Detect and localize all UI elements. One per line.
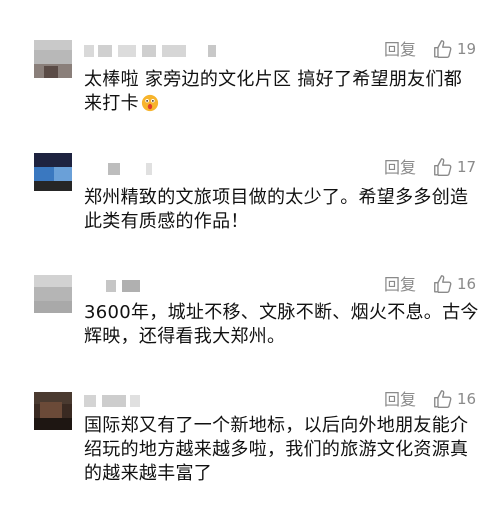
avatar[interactable] bbox=[34, 153, 72, 191]
thumbs-up-icon bbox=[434, 390, 452, 408]
like-button[interactable]: 19 bbox=[432, 38, 476, 60]
username-blurred[interactable] bbox=[84, 162, 214, 176]
avatar[interactable] bbox=[34, 392, 72, 430]
comment-text-line: 绍玩的地方越来越多啦，我们的旅游文化资源真 bbox=[84, 439, 469, 460]
thumbs-up-icon bbox=[434, 158, 452, 176]
avatar[interactable] bbox=[34, 275, 72, 313]
comment-text-line: 国际郑又有了一个新地标，以后向外地朋友能介 bbox=[84, 415, 469, 436]
username-blurred[interactable] bbox=[84, 394, 214, 408]
comment-text: 郑州精致的文旅项目做的太少了。希望多多创造 此类有质感的作品！ bbox=[84, 186, 484, 234]
comment-text-line: 太棒啦 家旁边的文化片区 搞好了希望朋友们都 bbox=[84, 69, 463, 90]
surprised-face-emoji-icon bbox=[141, 94, 159, 112]
thumbs-up-icon bbox=[434, 275, 452, 293]
like-button[interactable]: 16 bbox=[432, 388, 476, 410]
reply-button[interactable]: 回复 bbox=[384, 275, 416, 295]
like-count: 17 bbox=[457, 158, 477, 176]
like-button[interactable]: 17 bbox=[432, 156, 476, 178]
reply-button[interactable]: 回复 bbox=[384, 390, 416, 410]
like-count: 19 bbox=[457, 40, 477, 58]
comment-text-line: 的越来越丰富了 bbox=[84, 463, 213, 484]
like-count: 16 bbox=[457, 390, 477, 408]
avatar[interactable] bbox=[34, 40, 72, 78]
comment-text: 太棒啦 家旁边的文化片区 搞好了希望朋友们都 来打卡 bbox=[84, 68, 484, 116]
username-blurred[interactable] bbox=[84, 44, 216, 58]
reply-button[interactable]: 回复 bbox=[384, 40, 416, 60]
comment-text-line: 来打卡 bbox=[84, 92, 484, 116]
thumbs-up-icon bbox=[434, 40, 452, 58]
username-blurred[interactable] bbox=[84, 279, 214, 293]
comment-list: 回复 19 太棒啦 家旁边的文化片区 搞好了希望朋友们都 来打卡 回复 17 郑… bbox=[0, 0, 500, 515]
like-count: 16 bbox=[457, 275, 477, 293]
reply-button[interactable]: 回复 bbox=[384, 158, 416, 178]
comment-text: 3600年，城址不移、文脉不断、烟火不息。古今 辉映，还得看我大郑州。 bbox=[84, 301, 484, 349]
comment-text: 国际郑又有了一个新地标，以后向外地朋友能介 绍玩的地方越来越多啦，我们的旅游文化… bbox=[84, 414, 484, 486]
comment-text-line: 辉映，还得看我大郑州。 bbox=[84, 326, 286, 347]
comment-text-line: 郑州精致的文旅项目做的太少了。希望多多创造 bbox=[84, 187, 469, 208]
like-button[interactable]: 16 bbox=[432, 273, 476, 295]
comment-text-line: 此类有质感的作品！ bbox=[84, 211, 249, 232]
comment-text-line: 3600年，城址不移、文脉不断、烟火不息。古今 bbox=[84, 302, 479, 323]
